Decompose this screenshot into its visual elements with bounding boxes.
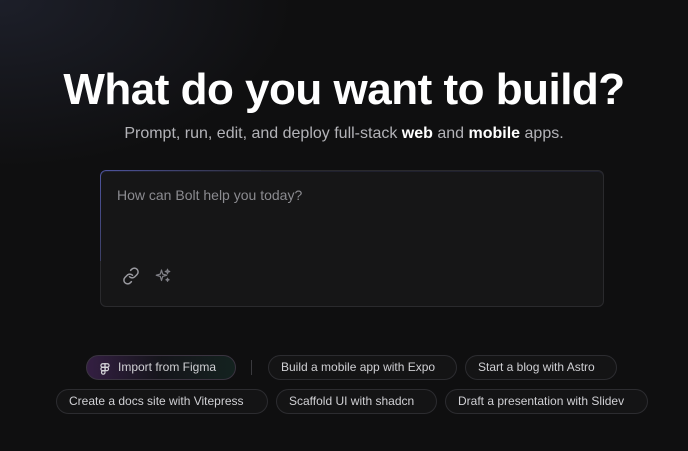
import-figma-label: Import from Figma [118,360,217,374]
suggestion-label: Draft a presentation with Slidev [458,394,625,408]
suggestion-vitepress-button[interactable]: Create a docs site with Vitepress [56,389,268,414]
suggestion-expo-button[interactable]: Build a mobile app with Expo [268,355,457,380]
link-icon [122,267,140,285]
page-subtitle: Prompt, run, edit, and deploy full-stack… [0,124,688,144]
suggestion-label: Scaffold UI with shadcn [289,394,415,408]
suggestion-astro-button[interactable]: Start a blog with Astro [465,355,617,380]
subtitle-and: and [432,125,469,142]
subtitle-prefix: Prompt, run, edit, and deploy full-stack [124,125,402,142]
subtitle-web: web [401,125,433,142]
chip-divider [251,360,252,375]
import-figma-button[interactable]: Import from Figma [86,355,236,380]
suggestion-shadcn-button[interactable]: Scaffold UI with shadcn [276,389,437,414]
subtitle-suffix: apps. [520,125,564,142]
suggestion-slidev-button[interactable]: Draft a presentation with Slidev [445,389,648,414]
prompt-input[interactable] [117,187,587,247]
suggestion-label: Build a mobile app with Expo [281,360,436,374]
app-stage: What do you want to build? Prompt, run, … [0,0,688,451]
prompt-box [100,170,604,307]
suggestion-label: Create a docs site with Vitepress [69,394,244,408]
figma-icon [98,361,112,375]
enhance-prompt-button[interactable] [152,265,174,287]
sparkles-icon [154,267,172,285]
page-title: What do you want to build? [63,65,625,114]
attach-link-button[interactable] [120,265,142,287]
suggestion-label: Start a blog with Astro [478,360,595,374]
subtitle-mobile: mobile [468,125,521,142]
